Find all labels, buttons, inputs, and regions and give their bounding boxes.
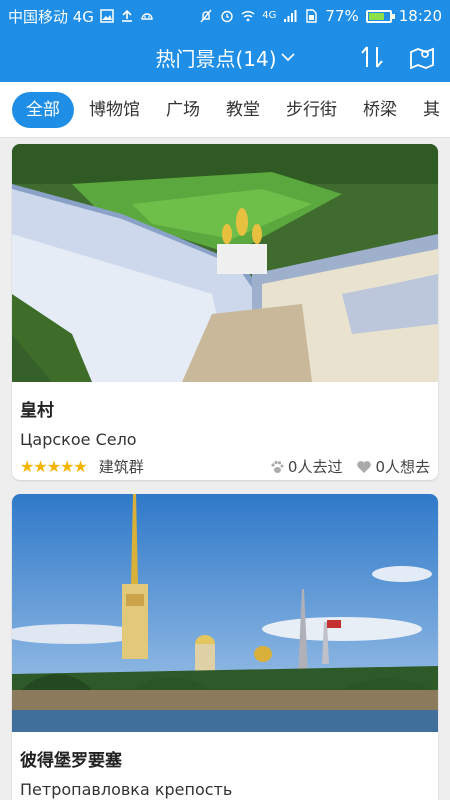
mute-icon xyxy=(200,9,212,23)
category-tabs: 全部 博物馆 广场 教堂 步行街 桥梁 其 xyxy=(0,82,450,138)
tab-museum[interactable]: 博物馆 xyxy=(76,92,153,128)
attraction-local-name: Царское Село xyxy=(20,430,137,449)
attraction-list[interactable]: 皇村 Царское Село ★★★★★ 建筑群 0人去过 0人想去 彼得堡罗… xyxy=(0,138,450,800)
chevron-down-icon xyxy=(280,53,295,62)
sort-icon xyxy=(361,46,383,68)
attraction-card[interactable]: 皇村 Царское Село ★★★★★ 建筑群 0人去过 0人想去 xyxy=(12,144,438,480)
tab-all[interactable]: 全部 xyxy=(12,91,74,128)
tab-pedestrian-street[interactable]: 步行街 xyxy=(273,92,350,128)
tab-church[interactable]: 教堂 xyxy=(213,92,273,128)
attraction-local-name: Петропавловка крепость xyxy=(20,780,233,799)
image-notification-icon xyxy=(100,9,114,23)
attraction-photo xyxy=(12,494,438,732)
visited-count-label: 0人去过 xyxy=(287,458,343,476)
sim-icon xyxy=(306,9,318,23)
status-bar: 中国移动 4G 4G 77% 18:20 xyxy=(0,0,450,32)
app-bar: 热门景点(14) xyxy=(0,32,450,82)
android-notification-icon xyxy=(141,13,153,20)
attraction-photo xyxy=(12,144,438,382)
attraction-name: 彼得堡罗要塞 xyxy=(20,751,122,771)
battery-percent: 77% xyxy=(325,7,359,25)
alarm-icon xyxy=(221,10,233,23)
tab-other[interactable]: 其 xyxy=(410,92,450,128)
clock: 18:20 xyxy=(398,7,442,25)
heart-icon xyxy=(357,460,372,473)
paw-icon xyxy=(271,460,284,473)
map-pin-icon xyxy=(410,47,434,70)
visited-count[interactable]: 0人去过 xyxy=(269,456,343,477)
rating-stars: ★★★★★ xyxy=(20,457,88,476)
attraction-card[interactable]: 彼得堡罗要塞 Петропавловка крепость xyxy=(12,494,438,800)
tab-square[interactable]: 广场 xyxy=(153,92,213,128)
wanted-count-label: 0人想去 xyxy=(375,458,430,476)
map-button[interactable] xyxy=(408,43,436,71)
network-type-label: 4G xyxy=(262,10,277,21)
attraction-name: 皇村 xyxy=(20,401,54,421)
wifi-icon xyxy=(241,10,255,22)
carrier-label: 中国移动 4G xyxy=(8,7,94,26)
battery-icon xyxy=(365,9,395,23)
attraction-category: 建筑群 xyxy=(98,458,144,476)
tab-bridge[interactable]: 桥梁 xyxy=(350,92,410,128)
upload-notification-icon xyxy=(121,9,132,22)
signal-icon xyxy=(284,10,297,22)
page-title: 热门景点(14) xyxy=(155,46,277,71)
wanted-count[interactable]: 0人想去 xyxy=(356,456,430,477)
sort-button[interactable] xyxy=(358,43,386,71)
